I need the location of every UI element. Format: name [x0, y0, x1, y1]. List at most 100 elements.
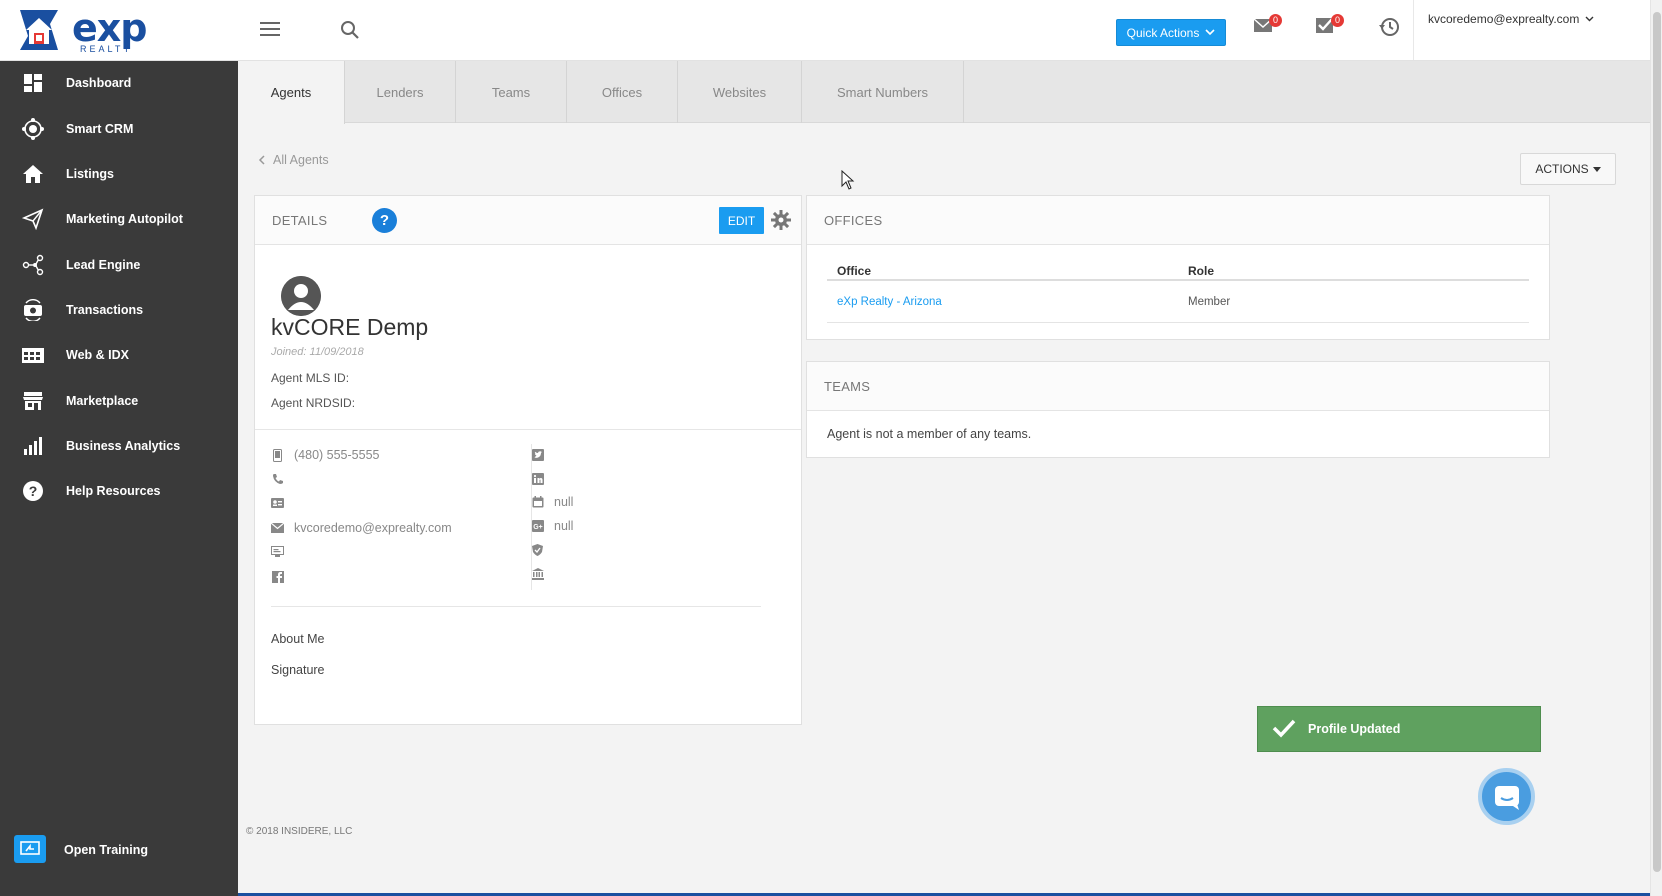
details-title: DETAILS	[272, 213, 328, 228]
all-agents-link[interactable]: All Agents	[258, 153, 329, 167]
chat-icon	[1494, 785, 1519, 810]
id-card-icon	[271, 497, 284, 510]
tab-smart-numbers[interactable]: Smart Numbers	[802, 61, 964, 123]
offices-panel: OFFICES Office Role eXp Realty - Arizona…	[806, 195, 1550, 340]
dashboard-icon	[21, 71, 45, 95]
checkmark-icon	[1272, 718, 1296, 741]
calendar-icon	[531, 496, 544, 509]
contact-twitter	[531, 446, 554, 464]
office-role: Member	[1188, 296, 1231, 308]
sidebar-item-smart-crm[interactable]: Smart CRM	[0, 109, 238, 149]
exp-realty-logo[interactable]: exp REALTY	[14, 6, 147, 54]
contact-facebook	[271, 568, 294, 586]
details-header: DETAILS ? EDIT	[255, 196, 801, 245]
google-plus-icon: G+	[531, 520, 544, 533]
sidebar-item-web-idx[interactable]: Web & IDX	[0, 335, 238, 375]
sidebar-item-transactions[interactable]: Transactions	[0, 290, 238, 330]
details-panel: DETAILS ? EDIT kvCORE Demp Joined: 11/09…	[254, 195, 802, 725]
mobile-phone-icon	[271, 448, 284, 462]
tab-bar: Agents Lenders Teams Offices Websites Sm…	[238, 61, 1650, 124]
office-link[interactable]: eXp Realty - Arizona	[837, 296, 942, 308]
joined-date: Joined: 11/09/2018	[271, 346, 364, 358]
envelope-icon	[271, 522, 284, 535]
help-icon[interactable]: ?	[372, 208, 397, 233]
lead-engine-icon	[21, 253, 45, 277]
sidebar-item-help-resources[interactable]: ? Help Resources	[0, 471, 238, 511]
offices-table-header: Office Role	[827, 252, 1529, 281]
actions-dropdown-button[interactable]: ACTIONS	[1520, 153, 1616, 185]
top-bar: exp REALTY Quick Actions 0 0 kvcoredemo@…	[0, 0, 1650, 61]
quick-actions-button[interactable]: Quick Actions	[1116, 19, 1226, 46]
chat-launcher-button[interactable]	[1478, 768, 1535, 825]
twitter-icon	[531, 449, 544, 462]
history-icon[interactable]	[1378, 16, 1400, 43]
bank-icon	[531, 568, 544, 581]
contact-mobile-value: (480) 555-5555	[294, 448, 380, 462]
contact-bank	[531, 565, 554, 583]
contact-shield	[531, 541, 554, 559]
sidebar-item-label: Smart CRM	[66, 122, 134, 136]
paper-plane-icon	[21, 207, 45, 231]
scrollbar-thumb[interactable]	[1653, 12, 1661, 872]
tab-lenders[interactable]: Lenders	[345, 61, 456, 123]
contact-google-plus: G+ null	[531, 517, 573, 535]
sidebar-item-dashboard[interactable]: Dashboard	[0, 63, 238, 103]
offices-header: OFFICES	[807, 196, 1549, 245]
page-scrollbar[interactable]	[1650, 0, 1662, 896]
sidebar-item-label: Dashboard	[66, 76, 132, 90]
teams-empty-message: Agent is not a member of any teams.	[827, 427, 1032, 441]
phone-icon	[271, 473, 284, 486]
sidebar-item-business-analytics[interactable]: Business Analytics	[0, 426, 238, 466]
sidebar-item-label: Lead Engine	[66, 258, 141, 272]
contact-linkedin	[531, 470, 554, 488]
tasks-check-icon[interactable]: 0	[1315, 14, 1344, 39]
sidebar-item-label: Marketing Autopilot	[66, 212, 183, 226]
copyright-footer: © 2018 INSIDERE, LLC	[246, 826, 353, 837]
contact-email: kvcoredemo@exprealty.com	[271, 519, 452, 537]
contact-website	[271, 543, 294, 561]
sidebar-item-marketing-autopilot[interactable]: Marketing Autopilot	[0, 199, 238, 239]
quick-actions-label: Quick Actions	[1126, 25, 1200, 40]
sidebar-item-label: Business Analytics	[66, 439, 181, 453]
mouse-cursor-icon	[841, 169, 855, 195]
top-divider	[1413, 0, 1414, 60]
open-training-button[interactable]: Open Training	[0, 831, 238, 871]
gear-icon[interactable]	[770, 209, 792, 236]
main-content: Agents Lenders Teams Offices Websites Sm…	[238, 61, 1650, 896]
home-icon	[21, 162, 45, 186]
profile-updated-toast[interactable]: Profile Updated	[1257, 706, 1541, 752]
caret-down-icon	[1592, 166, 1601, 172]
sidebar-item-listings[interactable]: Listings	[0, 154, 238, 194]
sidebar-item-label: Listings	[66, 167, 114, 181]
edit-button[interactable]: EDIT	[719, 207, 764, 234]
open-training-label: Open Training	[64, 843, 149, 857]
chevron-down-icon	[1585, 16, 1594, 22]
transactions-icon	[21, 298, 45, 322]
svg-text:G+: G+	[533, 524, 543, 531]
question-icon: ?	[21, 479, 45, 503]
user-menu[interactable]: kvcoredemo@exprealty.com	[1428, 12, 1594, 26]
contact-mobile: (480) 555-5555	[271, 446, 379, 464]
teams-panel: TEAMS Agent is not a member of any teams…	[806, 361, 1550, 458]
chevron-left-icon	[258, 155, 265, 165]
contact-google-plus-value: null	[554, 519, 574, 533]
search-icon[interactable]	[340, 20, 360, 45]
tab-websites[interactable]: Websites	[678, 61, 802, 123]
sidebar-item-marketplace[interactable]: Marketplace	[0, 381, 238, 421]
sidebar: Dashboard Smart CRM Listings Marketing A…	[0, 61, 238, 896]
tab-offices[interactable]: Offices	[567, 61, 678, 123]
sidebar-item-lead-engine[interactable]: Lead Engine	[0, 245, 238, 285]
sidebar-item-label: Web & IDX	[66, 348, 129, 362]
tab-teams[interactable]: Teams	[456, 61, 567, 123]
column-header-office: Office	[837, 264, 872, 278]
mail-icon[interactable]: 0	[1253, 14, 1282, 39]
tab-agents[interactable]: Agents	[238, 61, 345, 124]
teams-title: TEAMS	[824, 379, 871, 394]
linkedin-icon	[531, 473, 544, 486]
mail-count-badge: 0	[1269, 14, 1282, 27]
contact-phone	[271, 470, 294, 488]
actions-label: ACTIONS	[1535, 162, 1589, 176]
bar-chart-icon	[21, 434, 45, 458]
hamburger-menu-icon[interactable]	[260, 22, 280, 38]
contact-email-value: kvcoredemo@exprealty.com	[294, 521, 452, 535]
